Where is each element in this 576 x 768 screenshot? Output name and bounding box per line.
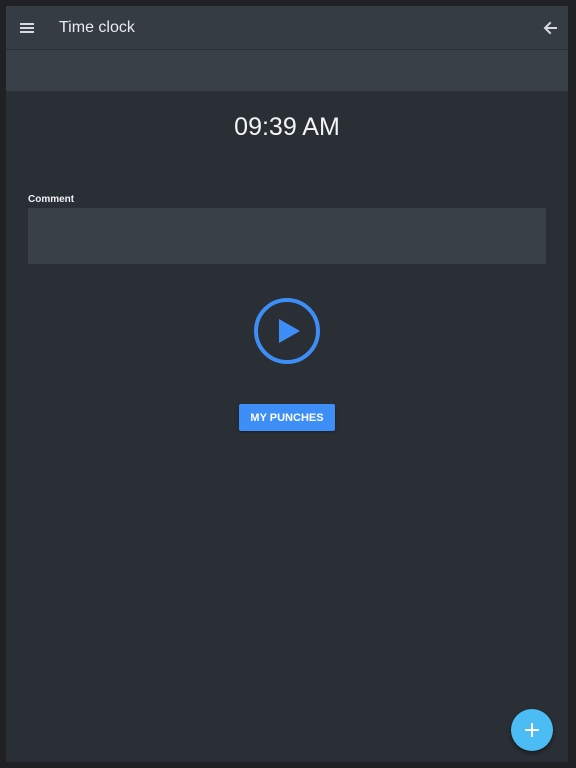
punch-play-button[interactable] xyxy=(253,297,321,365)
menu-icon[interactable] xyxy=(20,21,35,35)
plus-icon xyxy=(525,723,539,737)
comment-field[interactable] xyxy=(28,208,546,264)
top-app-bar: Time clock xyxy=(6,6,568,50)
add-fab-button[interactable] xyxy=(511,709,553,751)
current-time: 09:39 AM xyxy=(234,113,340,141)
arrow-back-icon[interactable] xyxy=(542,20,558,36)
app-window: Time clock 09:39 AM Comment MY PUNCHES xyxy=(6,6,568,762)
my-punches-button[interactable]: MY PUNCHES xyxy=(239,404,335,431)
play-icon xyxy=(279,319,300,343)
comment-label: Comment xyxy=(28,194,75,205)
secondary-toolbar xyxy=(6,50,568,91)
page-title: Time clock xyxy=(59,19,135,36)
